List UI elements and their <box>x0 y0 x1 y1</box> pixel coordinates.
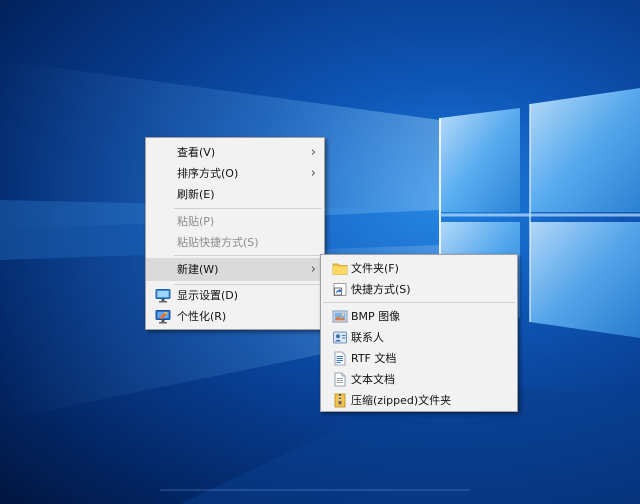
submenu-arrow-icon: › <box>310 262 316 277</box>
menu-item-label: 新建(W) <box>177 263 219 276</box>
folder-icon <box>332 261 348 276</box>
menu-item-refresh[interactable]: 刷新(E) <box>146 184 324 205</box>
menu-item-label: 查看(V) <box>177 146 216 159</box>
submenu-item-bmp-image[interactable]: BMP 图像 <box>321 306 517 327</box>
menu-item-label: 显示设置(D) <box>177 289 239 302</box>
menu-item-label: 刷新(E) <box>177 188 215 201</box>
contact-icon <box>332 330 348 345</box>
rtf-document-icon <box>332 351 348 366</box>
menu-separator <box>174 255 322 256</box>
menu-item-label: 快捷方式(S) <box>351 283 411 296</box>
submenu-item-shortcut[interactable]: 快捷方式(S) <box>321 279 517 300</box>
personalize-icon <box>155 309 171 324</box>
menu-item-label: 粘贴(P) <box>177 215 215 228</box>
submenu-arrow-icon: › <box>310 166 316 181</box>
submenu-item-folder[interactable]: 文件夹(F) <box>321 258 517 279</box>
menu-item-label: 文件夹(F) <box>351 262 399 275</box>
menu-item-sort-by[interactable]: 排序方式(O) › <box>146 163 324 184</box>
menu-item-label: 个性化(R) <box>177 310 227 323</box>
text-document-icon <box>332 372 348 387</box>
submenu-item-zip-folder[interactable]: 压缩(zipped)文件夹 <box>321 390 517 411</box>
menu-item-new[interactable]: 新建(W) › <box>146 258 324 281</box>
menu-item-label: 排序方式(O) <box>177 167 239 180</box>
display-settings-icon <box>155 288 171 303</box>
submenu-item-text-document[interactable]: 文本文档 <box>321 369 517 390</box>
menu-item-personalize[interactable]: 个性化(R) <box>146 306 324 327</box>
zip-folder-icon <box>332 393 348 408</box>
new-submenu: 文件夹(F) 快捷方式(S) BMP 图像 联系人 RTF 文档 文本文档 压缩… <box>320 254 518 412</box>
menu-item-paste-shortcut: 粘贴快捷方式(S) <box>146 232 324 253</box>
menu-item-label: 粘贴快捷方式(S) <box>177 236 259 249</box>
menu-item-view[interactable]: 查看(V) › <box>146 142 324 163</box>
menu-separator <box>323 302 515 303</box>
menu-item-label: 联系人 <box>351 331 384 344</box>
menu-item-paste: 粘贴(P) <box>146 211 324 232</box>
desktop-context-menu: 查看(V) › 排序方式(O) › 刷新(E) 粘贴(P) 粘贴快捷方式(S) … <box>145 137 325 330</box>
submenu-item-rtf-document[interactable]: RTF 文档 <box>321 348 517 369</box>
submenu-item-contact[interactable]: 联系人 <box>321 327 517 348</box>
menu-item-label: BMP 图像 <box>351 310 401 323</box>
menu-item-label: 文本文档 <box>351 373 395 386</box>
menu-item-label: 压缩(zipped)文件夹 <box>351 394 452 407</box>
menu-separator <box>174 208 322 209</box>
menu-item-label: RTF 文档 <box>351 352 397 365</box>
bmp-image-icon <box>332 309 348 324</box>
submenu-arrow-icon: › <box>310 145 316 160</box>
menu-item-display-settings[interactable]: 显示设置(D) <box>146 285 324 306</box>
shortcut-icon <box>332 282 348 297</box>
